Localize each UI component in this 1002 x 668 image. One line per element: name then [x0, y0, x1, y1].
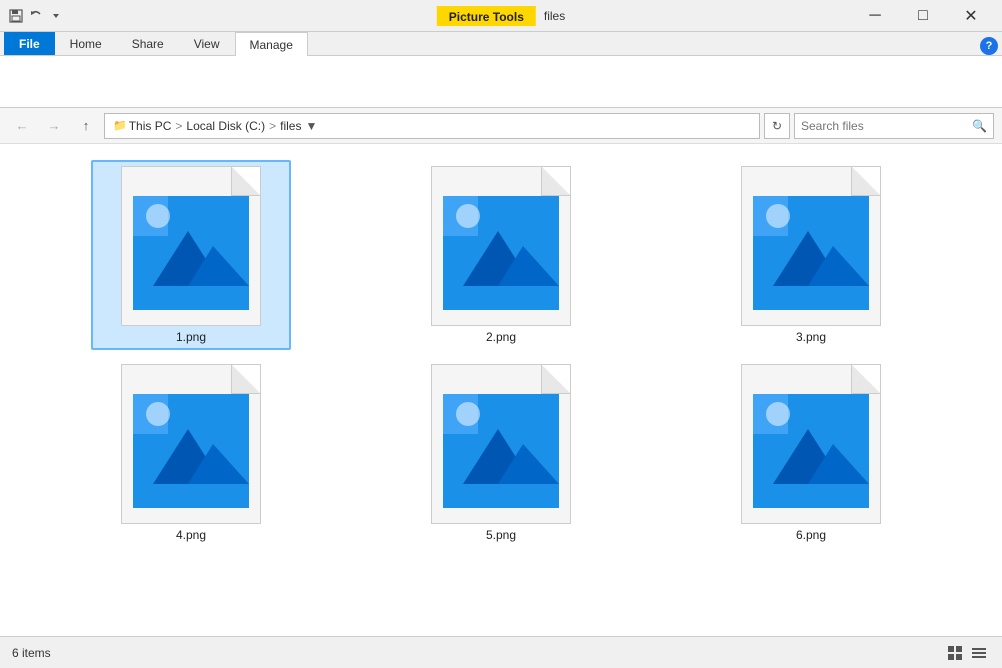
files-grid: 1.png 2.png: [16, 152, 986, 556]
tab-home[interactable]: Home: [55, 31, 117, 55]
maximize-button[interactable]: □: [900, 0, 946, 32]
path-files[interactable]: files: [280, 119, 301, 133]
file-item-3[interactable]: 3.png: [711, 160, 911, 350]
ribbon-tabs: File Home Share View Manage ?: [0, 32, 1002, 56]
address-bar: ← → ↑ 📁 This PC > Local Disk (C:) > file…: [0, 108, 1002, 144]
search-box[interactable]: 🔍: [794, 113, 994, 139]
file-icon-1: [121, 166, 261, 326]
title-bar-left: [8, 8, 64, 24]
view-buttons: [944, 642, 990, 664]
file-item-6[interactable]: 6.png: [711, 358, 911, 548]
window-title: files: [544, 9, 565, 23]
file-name-5: 5.png: [486, 528, 516, 542]
path-this-pc[interactable]: This PC: [129, 119, 172, 133]
status-bar: 6 items: [0, 636, 1002, 668]
file-name-3: 3.png: [796, 330, 826, 344]
file-item-2[interactable]: 2.png: [401, 160, 601, 350]
file-name-4: 4.png: [176, 528, 206, 542]
close-button[interactable]: ✕: [948, 0, 994, 32]
file-name-1: 1.png: [176, 330, 206, 344]
file-icon-6: [741, 364, 881, 524]
search-icon[interactable]: 🔍: [972, 119, 987, 133]
tab-manage[interactable]: Manage: [235, 32, 308, 56]
file-icon-3: [741, 166, 881, 326]
quick-access-undo[interactable]: [28, 8, 44, 24]
title-bar-center: Picture Tools files: [437, 6, 565, 26]
path-local-disk[interactable]: Local Disk (C:): [186, 119, 265, 133]
address-path[interactable]: 📁 This PC > Local Disk (C:) > files ▼: [104, 113, 760, 139]
tab-view[interactable]: View: [179, 31, 235, 55]
tab-file[interactable]: File: [4, 31, 55, 55]
file-icon-4: [121, 364, 261, 524]
quick-access-dropdown[interactable]: [48, 8, 64, 24]
file-item-4[interactable]: 4.png: [91, 358, 291, 548]
file-icon-5: [431, 364, 571, 524]
file-area: 1.png 2.png: [0, 144, 1002, 636]
refresh-button[interactable]: ↻: [764, 113, 790, 139]
file-icon-2: [431, 166, 571, 326]
path-dropdown[interactable]: ▼: [303, 119, 319, 133]
title-bar-controls: ─ □ ✕: [852, 0, 994, 32]
picture-tools-tab: Picture Tools: [437, 6, 536, 26]
view-details[interactable]: [968, 642, 990, 664]
tab-share[interactable]: Share: [117, 31, 179, 55]
up-button[interactable]: ↑: [72, 112, 100, 140]
file-item-5[interactable]: 5.png: [401, 358, 601, 548]
status-item-count: 6 items: [12, 646, 51, 660]
minimize-button[interactable]: ─: [852, 0, 898, 32]
search-input[interactable]: [801, 119, 968, 133]
file-item-1[interactable]: 1.png: [91, 160, 291, 350]
view-large-icons[interactable]: [944, 642, 966, 664]
title-bar: Picture Tools files ─ □ ✕: [0, 0, 1002, 32]
quick-access-save[interactable]: [8, 8, 24, 24]
help-button[interactable]: ?: [980, 37, 998, 55]
back-button[interactable]: ←: [8, 112, 36, 140]
forward-button[interactable]: →: [40, 112, 68, 140]
file-name-6: 6.png: [796, 528, 826, 542]
file-name-2: 2.png: [486, 330, 516, 344]
ribbon-content: [0, 56, 1002, 108]
